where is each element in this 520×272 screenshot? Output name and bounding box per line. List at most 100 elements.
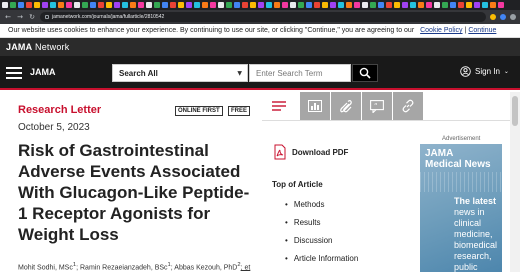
browser-tab-icon[interactable] [282, 2, 288, 8]
top-of-article-link[interactable]: Top of Article [272, 180, 323, 189]
sign-in-button[interactable]: Sign In ⌄ [460, 66, 509, 77]
browser-tab-icon[interactable] [250, 2, 256, 8]
browser-tab-icon[interactable] [362, 2, 368, 8]
browser-tab-icon[interactable] [2, 2, 8, 8]
browser-tab-icon[interactable] [482, 2, 488, 8]
browser-tab-icon[interactable] [10, 2, 16, 8]
profile-avatar[interactable] [510, 14, 516, 20]
browser-tab-icon[interactable] [138, 2, 144, 8]
browser-tab-icon[interactable] [410, 2, 416, 8]
advertisement-banner[interactable]: JAMA Medical News The latest news in clin… [420, 144, 502, 272]
browser-tab-icon[interactable] [354, 2, 360, 8]
browser-tab-icon[interactable] [34, 2, 40, 8]
browser-tab-icon[interactable] [98, 2, 104, 8]
forward-arrow-icon[interactable]: → [16, 12, 24, 22]
extension-icon[interactable] [490, 14, 496, 20]
reload-icon[interactable]: ↻ [28, 12, 36, 22]
search-scope-label: Search All [119, 68, 158, 78]
browser-tab-icon[interactable] [218, 2, 224, 8]
browser-tab-icon[interactable] [434, 2, 440, 8]
browser-tab-icon[interactable] [226, 2, 232, 8]
browser-tab-icon[interactable] [442, 2, 448, 8]
toc-menu-button[interactable] [262, 92, 296, 120]
browser-tab-icon[interactable] [178, 2, 184, 8]
extension-icon[interactable] [500, 14, 506, 20]
browser-tab-icon[interactable] [258, 2, 264, 8]
browser-tab-icon[interactable] [466, 2, 472, 8]
browser-tab-icon[interactable] [74, 2, 80, 8]
attachments-button[interactable] [331, 92, 361, 120]
browser-tab-icon[interactable] [210, 2, 216, 8]
browser-tab-icon[interactable] [378, 2, 384, 8]
cookie-policy-link[interactable]: Cookie Policy [420, 27, 462, 34]
author-link[interactable]: Mohit Sodhi, MSc [18, 264, 73, 271]
browser-tab-icon[interactable] [82, 2, 88, 8]
browser-tab-icon[interactable] [338, 2, 344, 8]
author-link[interactable]: ; Ramin Rezaeianzadeh, BSc [76, 264, 167, 271]
menu-icon[interactable] [6, 67, 22, 79]
browser-tab-icon[interactable] [386, 2, 392, 8]
author-link[interactable]: ; Abbas Kezouh, PhD [171, 264, 238, 271]
browser-tab-icon[interactable] [322, 2, 328, 8]
toc-item-article-information[interactable]: • Article Information [285, 254, 358, 263]
browser-tab-icon[interactable] [290, 2, 296, 8]
browser-tab-icon[interactable] [234, 2, 240, 8]
back-arrow-icon[interactable]: ← [4, 12, 12, 22]
browser-tab-icon[interactable] [18, 2, 24, 8]
browser-tab-icon[interactable] [170, 2, 176, 8]
download-pdf-label: Download PDF [292, 147, 349, 157]
browser-tab-icon[interactable] [106, 2, 112, 8]
page-scrollbar[interactable] [510, 92, 520, 272]
browser-tab-icon[interactable] [330, 2, 336, 8]
browser-tab-icon[interactable] [26, 2, 32, 8]
browser-tab-icon[interactable] [402, 2, 408, 8]
browser-tab-icon[interactable] [418, 2, 424, 8]
search-button[interactable] [352, 64, 378, 82]
browser-tab-icon[interactable] [450, 2, 456, 8]
jama-network-logo[interactable]: JAMA Network [6, 42, 69, 52]
browser-tab-icon[interactable] [346, 2, 352, 8]
browser-tab-icon[interactable] [266, 2, 272, 8]
address-bar[interactable]: jamanetwork.com/journals/jama/fullarticl… [40, 12, 486, 22]
et-al-link[interactable]: ; et [241, 264, 251, 271]
browser-tab-icon[interactable] [130, 2, 136, 8]
browser-tab-icon[interactable] [306, 2, 312, 8]
toc-item-results[interactable]: • Results [285, 218, 321, 227]
browser-tab-icon[interactable] [66, 2, 72, 8]
browser-tab-icon[interactable] [490, 2, 496, 8]
search-input[interactable] [249, 64, 351, 82]
browser-tab-icon[interactable] [314, 2, 320, 8]
toc-item-methods[interactable]: • Methods [285, 200, 325, 209]
browser-tab-icon[interactable] [58, 2, 64, 8]
jama-logo[interactable]: JAMA [30, 67, 56, 77]
browser-tab-icon[interactable] [458, 2, 464, 8]
browser-tab-icon[interactable] [114, 2, 120, 8]
browser-tab-icon[interactable] [146, 2, 152, 8]
browser-tab-icon[interactable] [186, 2, 192, 8]
download-pdf-link[interactable]: Download PDF [272, 144, 348, 160]
browser-tab-icon[interactable] [202, 2, 208, 8]
browser-tab-icon[interactable] [394, 2, 400, 8]
browser-toolbar: ← → ↻ jamanetwork.com/journals/jama/full… [0, 10, 520, 24]
browser-tab-icon[interactable] [274, 2, 280, 8]
browser-tab-icon[interactable] [42, 2, 48, 8]
cookie-continue-link[interactable]: Continue [468, 27, 496, 34]
figures-button[interactable] [300, 92, 330, 120]
browser-tab-icon[interactable] [154, 2, 160, 8]
browser-tab-icon[interactable] [242, 2, 248, 8]
browser-tab-icon[interactable] [498, 2, 504, 8]
search-scope-select[interactable]: Search All ▼ [112, 64, 248, 82]
browser-tab-icon[interactable] [90, 2, 96, 8]
browser-tab-icon[interactable] [162, 2, 168, 8]
browser-tab-icon[interactable] [298, 2, 304, 8]
browser-tab-icon[interactable] [50, 2, 56, 8]
related-links-button[interactable] [393, 92, 423, 120]
ad-tagline: The latest news in clinical medicine, bi… [454, 196, 498, 272]
browser-tab-icon[interactable] [370, 2, 376, 8]
toc-item-discussion[interactable]: • Discussion [285, 236, 333, 245]
comments-button[interactable]: “ [362, 92, 392, 120]
browser-tab-icon[interactable] [194, 2, 200, 8]
browser-tab-icon[interactable] [426, 2, 432, 8]
browser-tab-icon[interactable] [122, 2, 128, 8]
browser-tab-icon[interactable] [474, 2, 480, 8]
